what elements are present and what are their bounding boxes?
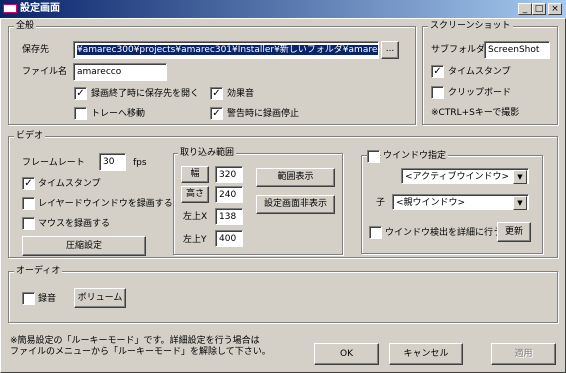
hide-settings-button[interactable]: 設定画面非表示 xyxy=(256,195,335,214)
record-audio-checkbox[interactable] xyxy=(22,292,35,305)
volume-button[interactable]: ボリューム xyxy=(74,288,126,308)
refresh-button[interactable]: 更新 xyxy=(497,222,531,242)
clipboard-checkbox[interactable] xyxy=(431,86,444,99)
window-title: 設定画面 xyxy=(20,3,60,14)
target-window-value: <アクティブウインドウ> xyxy=(405,172,510,182)
filename-label: ファイル名 xyxy=(22,67,68,77)
open-after-checkbox[interactable]: ✓ xyxy=(74,87,87,100)
fps-label: fps xyxy=(133,158,147,168)
apply-button[interactable]: 適用 xyxy=(491,343,556,365)
mouse-checkbox[interactable] xyxy=(22,217,35,230)
ss-timestamp-label: タイムスタンプ xyxy=(448,67,511,77)
chevron-down-icon[interactable]: ▼ xyxy=(513,196,527,210)
sound-checkbox[interactable]: ✓ xyxy=(210,87,223,100)
chevron-down-icon[interactable]: ▼ xyxy=(513,170,527,184)
height-button[interactable]: 高さ xyxy=(181,186,209,203)
x-label: 左上X xyxy=(183,212,208,222)
y-label: 左上Y xyxy=(183,235,207,245)
video-legend: ビデオ xyxy=(14,131,46,141)
app-icon xyxy=(3,4,17,13)
maximize-icon: □ xyxy=(534,4,544,14)
window-spec-checkbox[interactable] xyxy=(367,150,380,163)
close-icon: × xyxy=(551,4,559,14)
detail-detect-label: ウインドウ検出を詳細に行う xyxy=(385,228,503,238)
general-legend: 全般 xyxy=(14,21,37,31)
warn-stop-checkbox[interactable]: ✓ xyxy=(210,107,223,120)
child-window-select[interactable]: <親ウインドウ> ▼ xyxy=(392,194,529,210)
window-spec-label: ウインドウ指定 xyxy=(381,151,449,161)
subfolder-label: サブフォルダ xyxy=(431,45,486,55)
layered-label: レイヤードウインドウを録画する xyxy=(38,199,173,209)
warn-stop-label: 警告時に録画停止 xyxy=(227,109,300,119)
minimize-icon: _ xyxy=(522,4,528,14)
detail-detect-checkbox[interactable] xyxy=(369,226,382,239)
record-audio-label: 録音 xyxy=(38,294,57,304)
width-button[interactable]: 幅 xyxy=(181,166,209,183)
subfolder-field[interactable]: ScreenShot xyxy=(484,41,550,59)
tray-checkbox[interactable] xyxy=(74,107,87,120)
checkmark-icon: ✓ xyxy=(212,108,221,119)
mouse-label: マウスを録画する xyxy=(38,219,111,229)
framerate-field[interactable]: 30 xyxy=(99,153,126,171)
save-path-field[interactable]: ¥amarec300¥projects¥amarec301¥Installer¥… xyxy=(73,41,379,59)
clipboard-label: クリップボード xyxy=(448,88,512,98)
child-window-value: <親ウインドウ> xyxy=(396,198,466,208)
title-bar[interactable]: 設定画面 _ □ × xyxy=(0,0,566,18)
filename-field[interactable]: amarecco xyxy=(73,63,167,81)
cancel-button[interactable]: キャンセル xyxy=(389,343,463,365)
layered-checkbox[interactable] xyxy=(22,197,35,210)
open-after-label: 録画終了時に保存先を開く xyxy=(91,89,200,99)
save-path-label: 保存先 xyxy=(22,45,50,55)
x-field[interactable]: 138 xyxy=(215,208,243,225)
compress-settings-button[interactable]: 圧縮設定 xyxy=(22,236,146,256)
height-field[interactable]: 240 xyxy=(215,186,243,203)
checkmark-icon: ✓ xyxy=(76,88,85,99)
child-label: 子 xyxy=(376,198,386,208)
ss-timestamp-checkbox[interactable]: ✓ xyxy=(431,65,444,78)
sound-label: 効果音 xyxy=(227,89,255,99)
framerate-label: フレームレート xyxy=(22,158,85,168)
checkmark-icon: ✓ xyxy=(24,178,33,189)
show-range-button[interactable]: 範囲表示 xyxy=(256,168,335,187)
maximize-button[interactable]: □ xyxy=(532,3,546,15)
video-timestamp-label: タイムスタンプ xyxy=(38,179,101,189)
ss-hint: ※CTRL+Sキーで撮影 xyxy=(431,108,520,118)
screenshot-legend: スクリーンショット xyxy=(428,21,513,31)
capture-range-legend: 取り込み範囲 xyxy=(178,148,237,158)
checkmark-icon: ✓ xyxy=(212,88,221,99)
y-field[interactable]: 400 xyxy=(215,230,243,247)
ok-button[interactable]: OK xyxy=(314,343,379,365)
video-timestamp-checkbox[interactable]: ✓ xyxy=(22,177,35,190)
target-window-select[interactable]: <アクティブウインドウ> ▼ xyxy=(401,168,529,184)
checkmark-icon: ✓ xyxy=(433,66,442,77)
browse-button[interactable]: ... xyxy=(381,41,399,59)
minimize-button[interactable]: _ xyxy=(518,3,532,15)
rookie-note-line2: ファイルのメニューから「ルーキーモード」を解除して下さい。 xyxy=(10,347,271,357)
close-button[interactable]: × xyxy=(548,3,562,15)
width-field[interactable]: 320 xyxy=(215,166,243,183)
rookie-note-line1: ※簡易設定の「ルーキーモード」です。詳細設定を行う場合は xyxy=(10,336,260,346)
audio-legend: オーディオ xyxy=(14,266,63,276)
tray-label: トレーへ移動 xyxy=(91,109,146,119)
